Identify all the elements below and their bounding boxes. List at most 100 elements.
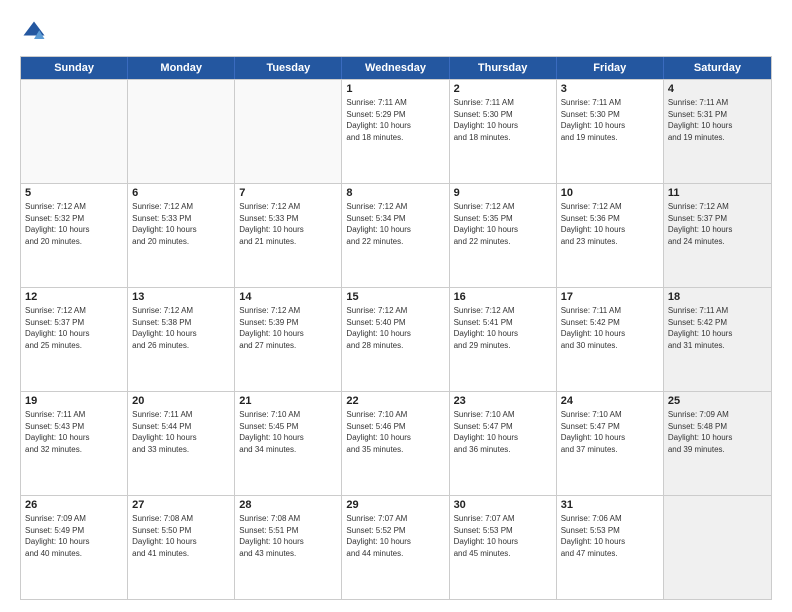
cal-header-cell: Sunday [21,57,128,79]
day-number: 12 [25,291,123,303]
day-info: Sunrise: 7:12 AM Sunset: 5:35 PM Dayligh… [454,201,552,247]
day-number: 25 [668,395,767,407]
calendar-cell: 9 Sunrise: 7:12 AM Sunset: 5:35 PM Daylig… [450,184,557,287]
day-info: Sunrise: 7:12 AM Sunset: 5:37 PM Dayligh… [25,305,123,351]
cal-header-cell: Monday [128,57,235,79]
calendar-cell [235,80,342,183]
calendar-cell: 2 Sunrise: 7:11 AM Sunset: 5:30 PM Daylig… [450,80,557,183]
calendar-cell: 12 Sunrise: 7:12 AM Sunset: 5:37 PM Dayli… [21,288,128,391]
calendar-cell [128,80,235,183]
day-info: Sunrise: 7:10 AM Sunset: 5:46 PM Dayligh… [346,409,444,455]
day-info: Sunrise: 7:11 AM Sunset: 5:30 PM Dayligh… [454,97,552,143]
calendar-cell: 10 Sunrise: 7:12 AM Sunset: 5:36 PM Dayli… [557,184,664,287]
calendar-cell: 3 Sunrise: 7:11 AM Sunset: 5:30 PM Daylig… [557,80,664,183]
calendar-cell [664,496,771,599]
day-number: 8 [346,187,444,199]
day-number: 28 [239,499,337,511]
calendar-cell: 18Sunrise: 7:11 AM Sunset: 5:42 PM Dayli… [664,288,771,391]
day-number: 30 [454,499,552,511]
day-info: Sunrise: 7:11 AM Sunset: 5:42 PM Dayligh… [561,305,659,351]
calendar-header-row: SundayMondayTuesdayWednesdayThursdayFrid… [21,57,771,79]
calendar-cell: 6 Sunrise: 7:12 AM Sunset: 5:33 PM Daylig… [128,184,235,287]
calendar-cell: 13Sunrise: 7:12 AM Sunset: 5:38 PM Dayli… [128,288,235,391]
logo [20,18,52,46]
cal-header-cell: Wednesday [342,57,449,79]
day-number: 21 [239,395,337,407]
calendar-cell: 27 Sunrise: 7:08 AM Sunset: 5:50 PM Dayli… [128,496,235,599]
day-number: 4 [668,83,767,95]
day-info: Sunrise: 7:08 AM Sunset: 5:51 PM Dayligh… [239,513,337,559]
day-info: Sunrise: 7:12 AM Sunset: 5:33 PM Dayligh… [132,201,230,247]
day-info: Sunrise: 7:11 AM Sunset: 5:44 PM Dayligh… [132,409,230,455]
day-number: 24 [561,395,659,407]
calendar-cell: 15 Sunrise: 7:12 AM Sunset: 5:40 PM Dayli… [342,288,449,391]
day-info: Sunrise: 7:11 AM Sunset: 5:31 PM Dayligh… [668,97,767,143]
calendar-cell: 8 Sunrise: 7:12 AM Sunset: 5:34 PM Daylig… [342,184,449,287]
day-number: 2 [454,83,552,95]
day-number: 16 [454,291,552,303]
day-number: 6 [132,187,230,199]
calendar-cell: 7 Sunrise: 7:12 AM Sunset: 5:33 PM Daylig… [235,184,342,287]
calendar-cell: 22 Sunrise: 7:10 AM Sunset: 5:46 PM Dayli… [342,392,449,495]
day-info: Sunrise: 7:12 AM Sunset: 5:37 PM Dayligh… [668,201,767,247]
day-number: 15 [346,291,444,303]
header [20,18,772,46]
calendar-cell: 19Sunrise: 7:11 AM Sunset: 5:43 PM Dayli… [21,392,128,495]
logo-icon [20,18,48,46]
day-info: Sunrise: 7:07 AM Sunset: 5:53 PM Dayligh… [454,513,552,559]
calendar-week: 1Sunrise: 7:11 AM Sunset: 5:29 PM Daylig… [21,79,771,183]
calendar-cell: 17 Sunrise: 7:11 AM Sunset: 5:42 PM Dayli… [557,288,664,391]
day-number: 20 [132,395,230,407]
day-number: 3 [561,83,659,95]
day-info: Sunrise: 7:12 AM Sunset: 5:36 PM Dayligh… [561,201,659,247]
cal-header-cell: Thursday [450,57,557,79]
day-number: 9 [454,187,552,199]
day-number: 10 [561,187,659,199]
calendar: SundayMondayTuesdayWednesdayThursdayFrid… [20,56,772,600]
calendar-cell: 4 Sunrise: 7:11 AM Sunset: 5:31 PM Daylig… [664,80,771,183]
calendar-week: 19Sunrise: 7:11 AM Sunset: 5:43 PM Dayli… [21,391,771,495]
day-info: Sunrise: 7:09 AM Sunset: 5:49 PM Dayligh… [25,513,123,559]
calendar-cell: 31 Sunrise: 7:06 AM Sunset: 5:53 PM Dayli… [557,496,664,599]
day-info: Sunrise: 7:11 AM Sunset: 5:30 PM Dayligh… [561,97,659,143]
cal-header-cell: Saturday [664,57,771,79]
calendar-cell: 14Sunrise: 7:12 AM Sunset: 5:39 PM Dayli… [235,288,342,391]
day-number: 17 [561,291,659,303]
day-number: 27 [132,499,230,511]
day-info: Sunrise: 7:11 AM Sunset: 5:42 PM Dayligh… [668,305,767,351]
day-info: Sunrise: 7:08 AM Sunset: 5:50 PM Dayligh… [132,513,230,559]
calendar-week: 26 Sunrise: 7:09 AM Sunset: 5:49 PM Dayli… [21,495,771,599]
cal-header-cell: Friday [557,57,664,79]
page: SundayMondayTuesdayWednesdayThursdayFrid… [0,0,792,612]
calendar-cell: 24 Sunrise: 7:10 AM Sunset: 5:47 PM Dayli… [557,392,664,495]
calendar-cell: 16 Sunrise: 7:12 AM Sunset: 5:41 PM Dayli… [450,288,557,391]
day-number: 7 [239,187,337,199]
day-info: Sunrise: 7:10 AM Sunset: 5:47 PM Dayligh… [561,409,659,455]
day-info: Sunrise: 7:12 AM Sunset: 5:40 PM Dayligh… [346,305,444,351]
day-info: Sunrise: 7:10 AM Sunset: 5:47 PM Dayligh… [454,409,552,455]
calendar-cell: 1Sunrise: 7:11 AM Sunset: 5:29 PM Daylig… [342,80,449,183]
day-info: Sunrise: 7:09 AM Sunset: 5:48 PM Dayligh… [668,409,767,455]
day-info: Sunrise: 7:06 AM Sunset: 5:53 PM Dayligh… [561,513,659,559]
day-number: 1 [346,83,444,95]
calendar-cell: 30 Sunrise: 7:07 AM Sunset: 5:53 PM Dayli… [450,496,557,599]
calendar-cell: 11 Sunrise: 7:12 AM Sunset: 5:37 PM Dayli… [664,184,771,287]
day-number: 11 [668,187,767,199]
day-info: Sunrise: 7:07 AM Sunset: 5:52 PM Dayligh… [346,513,444,559]
day-number: 26 [25,499,123,511]
calendar-cell: 21 Sunrise: 7:10 AM Sunset: 5:45 PM Dayli… [235,392,342,495]
day-info: Sunrise: 7:12 AM Sunset: 5:39 PM Dayligh… [239,305,337,351]
day-info: Sunrise: 7:12 AM Sunset: 5:34 PM Dayligh… [346,201,444,247]
calendar-cell [21,80,128,183]
day-number: 22 [346,395,444,407]
day-info: Sunrise: 7:12 AM Sunset: 5:41 PM Dayligh… [454,305,552,351]
day-number: 5 [25,187,123,199]
day-info: Sunrise: 7:10 AM Sunset: 5:45 PM Dayligh… [239,409,337,455]
calendar-week: 5Sunrise: 7:12 AM Sunset: 5:32 PM Daylig… [21,183,771,287]
calendar-cell: 28 Sunrise: 7:08 AM Sunset: 5:51 PM Dayli… [235,496,342,599]
day-number: 31 [561,499,659,511]
day-number: 23 [454,395,552,407]
day-info: Sunrise: 7:12 AM Sunset: 5:33 PM Dayligh… [239,201,337,247]
calendar-body: 1Sunrise: 7:11 AM Sunset: 5:29 PM Daylig… [21,79,771,599]
day-info: Sunrise: 7:11 AM Sunset: 5:43 PM Dayligh… [25,409,123,455]
